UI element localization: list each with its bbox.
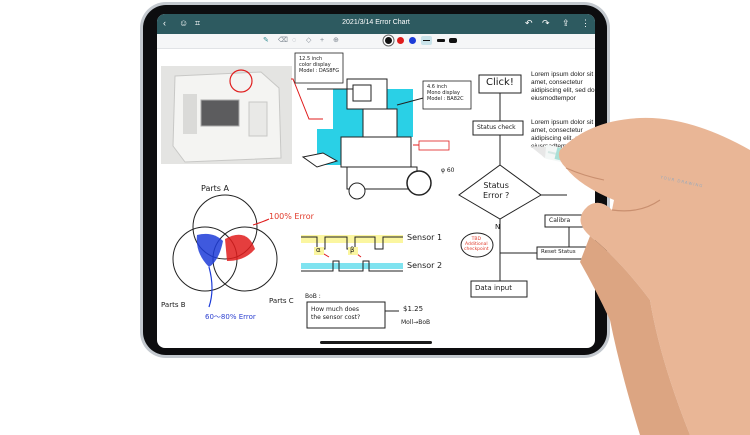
hand-with-stylus	[530, 117, 750, 435]
